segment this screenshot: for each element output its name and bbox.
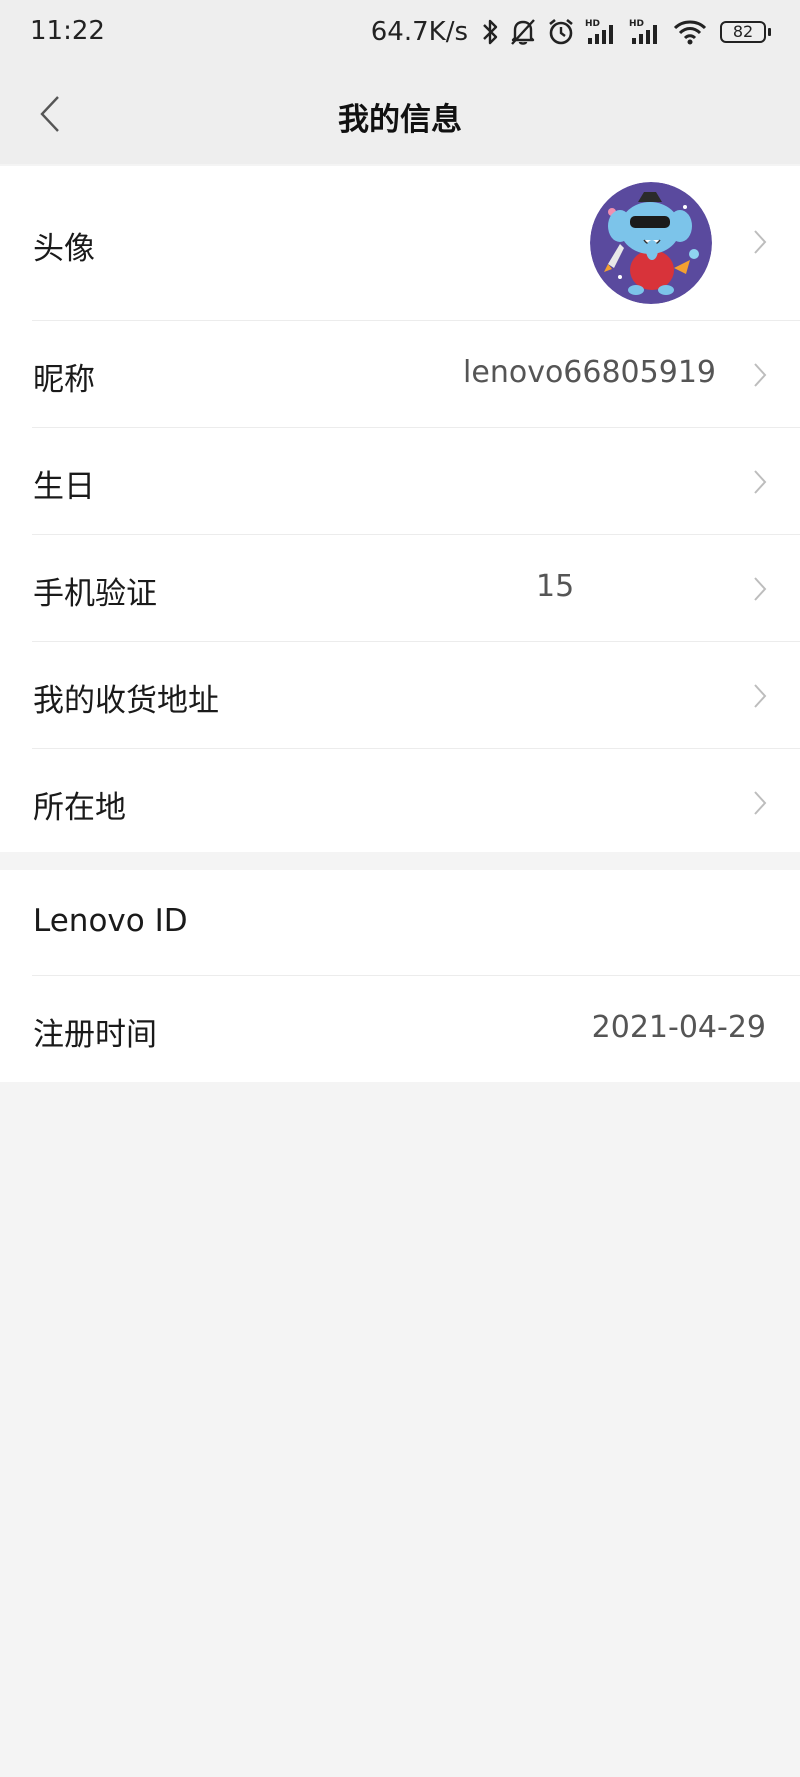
page-title: 我的信息: [338, 102, 462, 138]
battery-indicator: 82: [720, 21, 771, 43]
row-shipping-address[interactable]: 我的收货地址: [0, 642, 800, 749]
network-speed: 64.7K/s: [370, 17, 468, 47]
svg-text:HD: HD: [585, 19, 600, 29]
row-label: 头像: [33, 231, 95, 267]
registration-date-value: 2021-04-29: [591, 1010, 766, 1045]
account-section: Lenovo ID 注册时间 2021-04-29: [0, 870, 800, 1082]
row-location[interactable]: 所在地: [0, 749, 800, 852]
row-phone-verification[interactable]: 手机验证 15: [0, 535, 800, 642]
row-lenovo-id: Lenovo ID: [0, 870, 800, 976]
row-birthday[interactable]: 生日: [0, 428, 800, 535]
profile-section: 头像 昵称 lenovo66805919 生日 手机验证 15 我的收货地址 所…: [0, 166, 800, 852]
row-label: 昵称: [33, 362, 95, 398]
chevron-right-icon: [754, 791, 767, 815]
status-bar: 11:22 64.7K/s HD HD 82: [0, 0, 800, 66]
row-label: 手机验证: [33, 576, 157, 612]
row-nickname[interactable]: 昵称 lenovo66805919: [0, 321, 800, 428]
row-registration-time: 注册时间 2021-04-29: [0, 976, 800, 1082]
chevron-right-icon: [754, 363, 767, 387]
alarm-icon: [549, 18, 573, 45]
status-icons: 64.7K/s HD HD 82: [370, 14, 771, 50]
nickname-value: lenovo66805919: [463, 355, 716, 390]
row-label: 生日: [33, 469, 95, 505]
phone-value: 15: [536, 569, 575, 604]
row-avatar[interactable]: 头像: [0, 166, 800, 321]
row-label: 注册时间: [33, 1017, 157, 1053]
bluetooth-icon: [483, 19, 498, 45]
chevron-right-icon: [754, 684, 767, 708]
avatar-image: [590, 182, 712, 304]
row-label: 所在地: [33, 790, 126, 826]
svg-text:HD: HD: [629, 19, 644, 29]
screen: 11:22 64.7K/s HD HD 82 我的信息 头像 昵称 lenovo…: [0, 0, 800, 1777]
hd-signal-icon: HD: [629, 19, 657, 44]
row-label: 我的收货地址: [33, 683, 219, 719]
hd-signal-icon: HD: [585, 19, 613, 44]
status-time: 11:22: [30, 16, 105, 46]
chevron-right-icon: [754, 230, 767, 254]
mute-icon: [511, 19, 535, 45]
chevron-right-icon: [754, 577, 767, 601]
avatar[interactable]: [590, 182, 712, 304]
wifi-icon: [673, 20, 707, 45]
redacted-phone-mask: [572, 569, 692, 609]
chevron-right-icon: [754, 470, 767, 494]
row-label: Lenovo ID: [33, 903, 188, 939]
header: 我的信息: [0, 66, 800, 164]
